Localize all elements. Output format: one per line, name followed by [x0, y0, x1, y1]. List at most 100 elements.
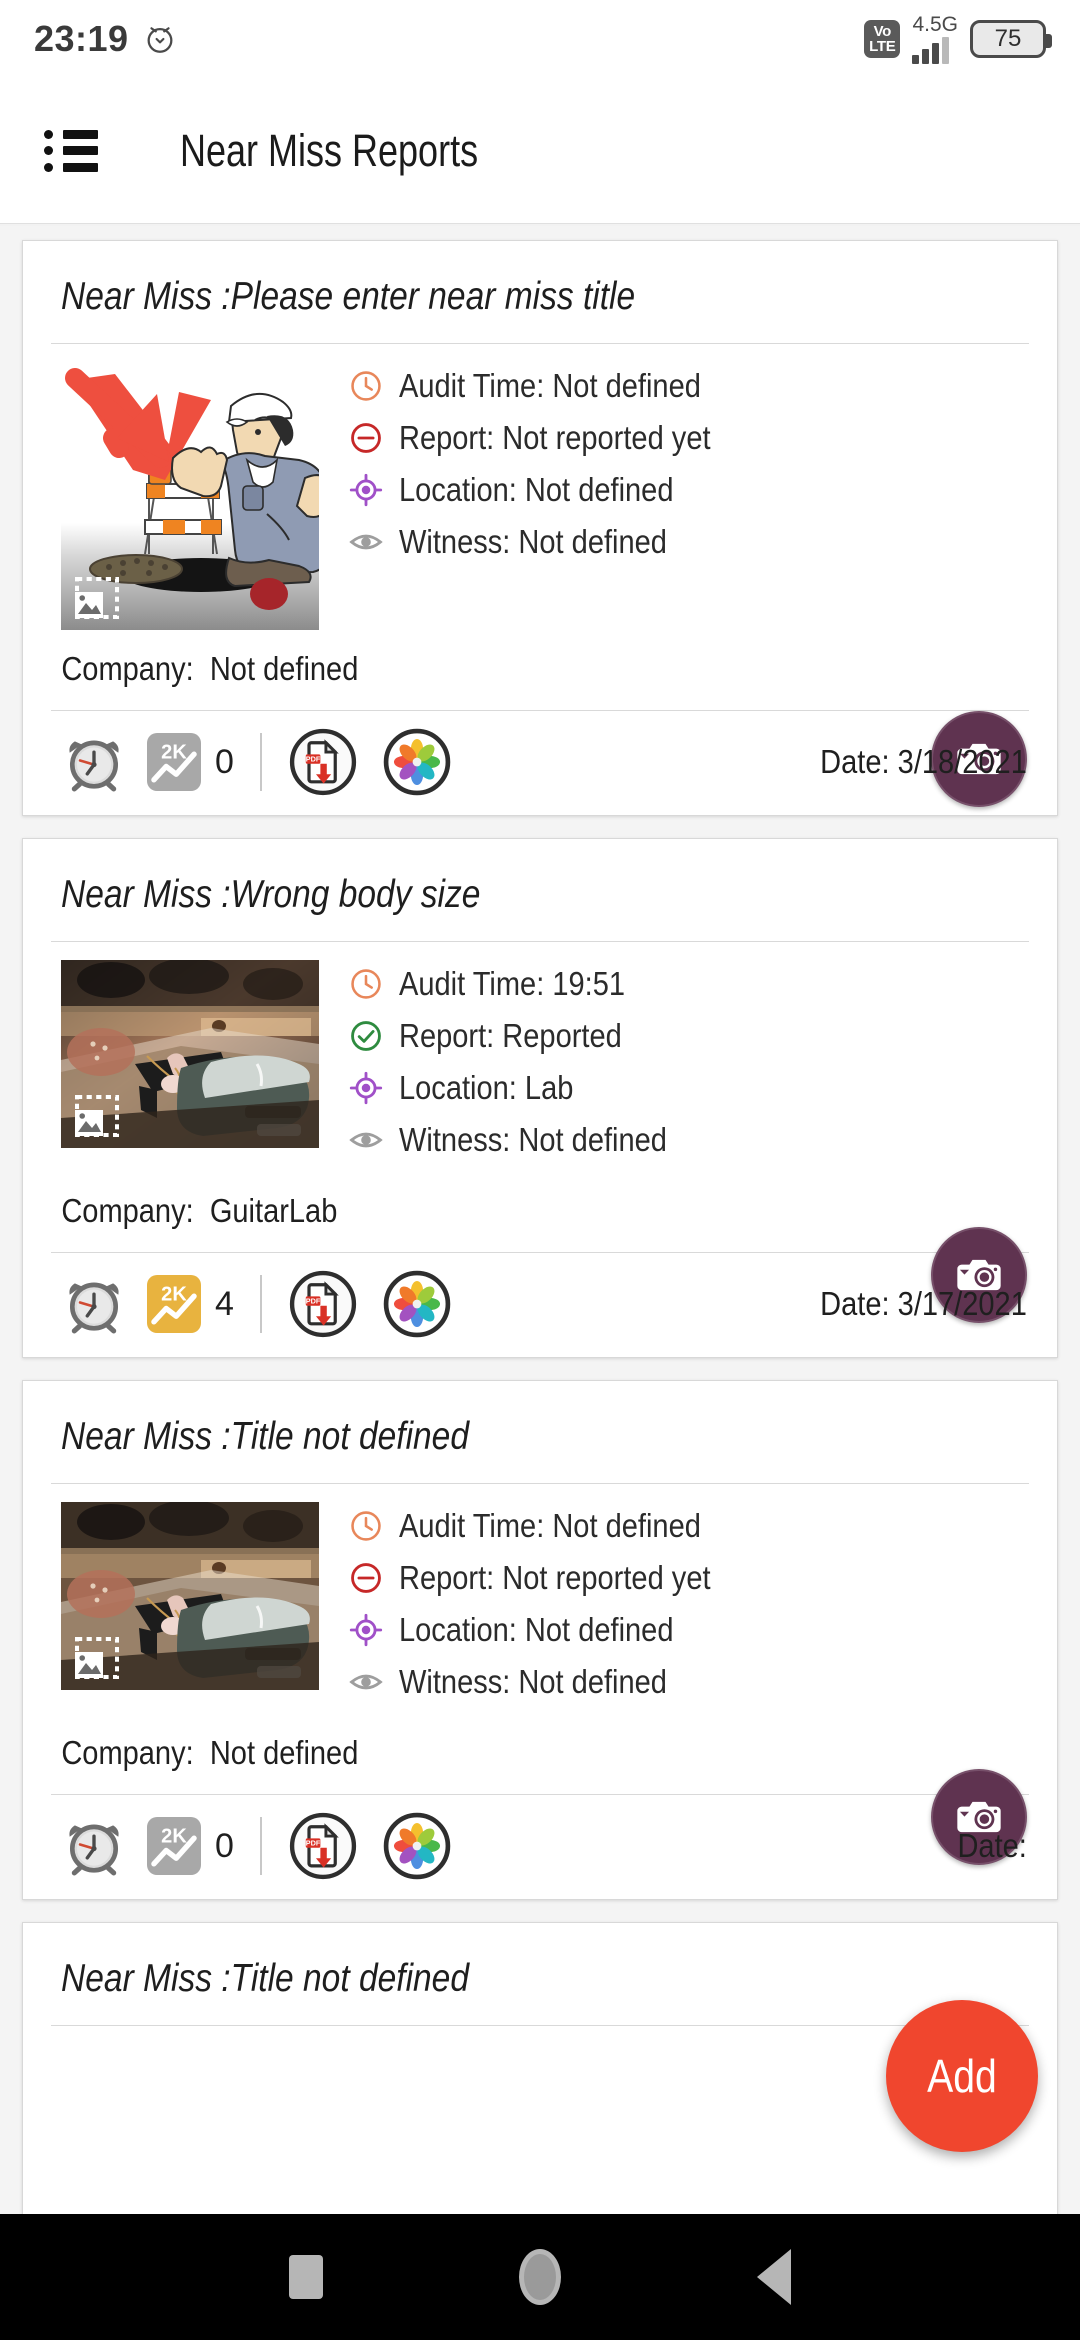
svg-text:2K: 2K: [161, 742, 187, 764]
photos-gallery-button[interactable]: [382, 1811, 452, 1881]
svg-text:2K: 2K: [161, 1284, 187, 1306]
svg-text:PDF: PDF: [306, 1297, 321, 1306]
info-row-audit-time: Audit Time: Not defined: [349, 366, 1031, 406]
analytics-badge[interactable]: 2K: [147, 1817, 201, 1875]
analytics-count: 0: [215, 742, 234, 781]
alarm-clock-icon: [143, 22, 177, 56]
battery-level: 75: [994, 25, 1022, 52]
alarm-action-icon[interactable]: [63, 1815, 125, 1877]
back-triangle-icon[interactable]: [757, 2249, 791, 2305]
list-menu-icon[interactable]: [44, 129, 98, 172]
card-body: Audit Time: 19:51 Report: Reported Locat…: [49, 942, 1031, 1172]
eye-icon: [349, 525, 383, 559]
location-text: Location: Not defined: [399, 1611, 674, 1648]
info-row-location: Location: Lab: [349, 1068, 1031, 1108]
report-date: Date: 3/17/2021: [820, 1285, 1027, 1322]
network-indicator: 4.5G: [912, 14, 958, 64]
company-text: Company: Not defined: [61, 650, 359, 687]
app-bar: Near Miss Reports: [0, 78, 1080, 224]
signal-bars-icon: [912, 36, 950, 64]
photos-gallery-button[interactable]: [382, 727, 452, 797]
audit-time-text: Audit Time: Not defined: [399, 1507, 701, 1544]
location-target-icon: [349, 473, 383, 507]
info-row-witness: Witness: Not defined: [349, 522, 1031, 562]
status-time: 23:19: [34, 18, 129, 59]
battery-icon: 75: [970, 20, 1052, 58]
recents-square-icon[interactable]: [289, 2255, 323, 2299]
phone-screen: 23:19 Vo LTE 4.5G 75 Near Miss Reports N…: [0, 0, 1080, 2340]
card-actions: 2K 0 PDF: [49, 711, 1031, 815]
pdf-download-button[interactable]: PDF: [288, 727, 358, 797]
card-actions: 2K 0 PDF: [49, 1795, 1031, 1899]
report-thumbnail[interactable]: [61, 1502, 319, 1690]
page-title: Near Miss Reports: [180, 124, 479, 176]
report-date: Date:: [957, 1827, 1027, 1864]
report-card[interactable]: Near Miss :Please enter near miss title: [22, 240, 1058, 816]
report-info: Audit Time: Not defined Report: Not repo…: [319, 362, 1031, 630]
pdf-download-button[interactable]: PDF: [288, 1269, 358, 1339]
report-card[interactable]: Near Miss :Wrong body size Audit Time: 1…: [22, 838, 1058, 1358]
analytics-count: 0: [215, 1826, 234, 1865]
location-target-icon: [349, 1071, 383, 1105]
location-target-icon: [349, 1613, 383, 1647]
location-text: Location: Not defined: [399, 471, 674, 508]
gallery-badge-icon: [73, 1094, 121, 1138]
card-title: Near Miss :Please enter near miss title: [61, 275, 636, 318]
report-card[interactable]: Near Miss :Title not defined: [22, 1380, 1058, 1900]
volte-icon: Vo LTE: [864, 20, 901, 58]
report-text: Report: Not reported yet: [399, 1559, 711, 1596]
status-bar: 23:19 Vo LTE 4.5G 75: [0, 0, 1080, 78]
analytics-badge[interactable]: 2K: [147, 733, 201, 791]
svg-text:PDF: PDF: [306, 755, 321, 764]
svg-text:2K: 2K: [161, 1826, 187, 1848]
eye-icon: [349, 1123, 383, 1157]
action-divider: [259, 1275, 262, 1333]
add-button-label: Add: [927, 2050, 997, 2102]
pdf-download-button[interactable]: PDF: [288, 1811, 358, 1881]
gallery-badge-icon: [73, 1636, 121, 1680]
report-info: Audit Time: Not defined Report: Not repo…: [319, 1502, 1031, 1714]
svg-text:PDF: PDF: [306, 1839, 321, 1848]
witness-text: Witness: Not defined: [399, 1663, 667, 1700]
status-bar-left: 23:19: [34, 18, 177, 60]
report-thumbnail[interactable]: [61, 960, 319, 1148]
android-nav-bar: [0, 2214, 1080, 2340]
clock-icon: [349, 967, 383, 1001]
report-thumbnail[interactable]: [61, 362, 319, 630]
card-body: Audit Time: Not defined Report: Not repo…: [49, 344, 1031, 630]
photos-gallery-button[interactable]: [382, 1269, 452, 1339]
eye-icon: [349, 1665, 383, 1699]
volte-top: Vo: [873, 23, 892, 40]
card-body: Audit Time: Not defined Report: Not repo…: [49, 1484, 1031, 1714]
check-circle-icon: [349, 1019, 383, 1053]
location-text: Location: Lab: [399, 1069, 574, 1106]
clock-icon: [349, 369, 383, 403]
minus-circle-icon: [349, 1561, 383, 1595]
company-text: Company: Not defined: [61, 1734, 359, 1771]
info-row-report: Report: Not reported yet: [349, 1558, 1031, 1598]
card-title: Near Miss :Title not defined: [61, 1415, 470, 1458]
card-title: Near Miss :Wrong body size: [61, 873, 481, 916]
add-button[interactable]: Add: [886, 2000, 1038, 2152]
card-title: Near Miss :Title not defined: [61, 1957, 470, 2000]
clock-icon: [349, 1509, 383, 1543]
witness-text: Witness: Not defined: [399, 523, 667, 560]
company-text: Company: GuitarLab: [61, 1192, 338, 1229]
info-row-witness: Witness: Not defined: [349, 1662, 1031, 1702]
reports-list[interactable]: Near Miss :Please enter near miss title: [0, 226, 1080, 2214]
minus-circle-icon: [349, 421, 383, 455]
volte-bottom: LTE: [869, 38, 896, 55]
status-bar-right: Vo LTE 4.5G 75: [864, 14, 1052, 64]
action-divider: [259, 1817, 262, 1875]
alarm-action-icon[interactable]: [63, 731, 125, 793]
info-row-location: Location: Not defined: [349, 1610, 1031, 1650]
info-row-report: Report: Not reported yet: [349, 418, 1031, 458]
home-circle-icon[interactable]: [519, 2249, 561, 2305]
analytics-badge[interactable]: 2K: [147, 1275, 201, 1333]
analytics-count: 4: [215, 1284, 234, 1323]
network-label: 4.5G: [912, 13, 958, 36]
alarm-action-icon[interactable]: [63, 1273, 125, 1335]
witness-text: Witness: Not defined: [399, 1121, 667, 1158]
audit-time-text: Audit Time: Not defined: [399, 367, 701, 404]
gallery-badge-icon: [73, 576, 121, 620]
